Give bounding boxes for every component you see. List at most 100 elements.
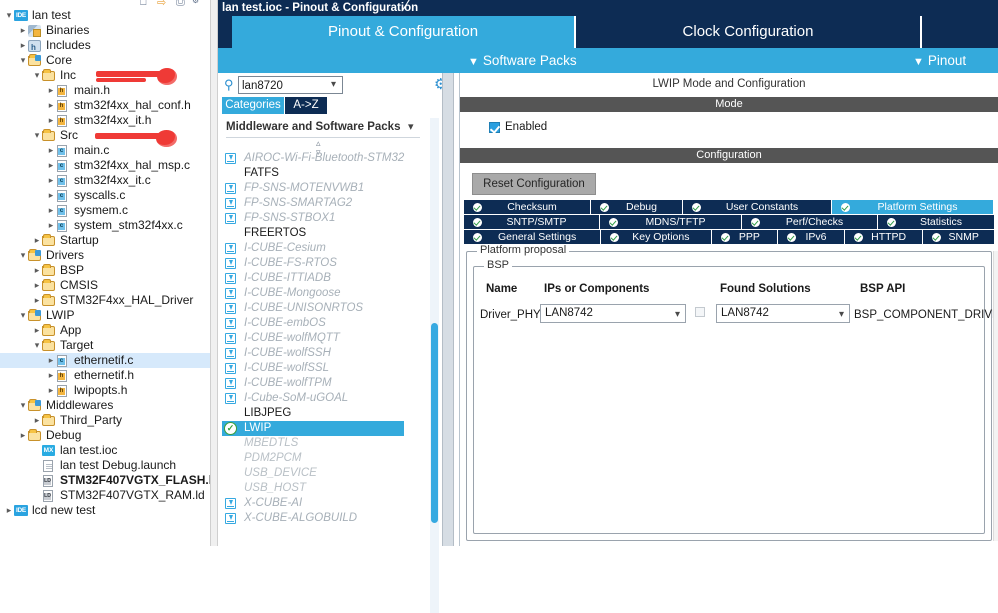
tree-twisty[interactable]: ▸	[46, 113, 56, 128]
download-icon[interactable]	[225, 393, 236, 404]
tree-item-lan-test[interactable]: ▾ IDE lan test	[0, 8, 210, 23]
middleware-item-fatfs[interactable]: FATFS	[222, 166, 426, 181]
tree-item-stm32f4xx-hal-conf-h[interactable]: ▸ h stm32f4xx_hal_conf.h	[0, 98, 210, 113]
middleware-item-i-cube-wolfmqtt[interactable]: I-CUBE-wolfMQTT	[222, 331, 426, 346]
tree-item-stm32f4xx-it-h[interactable]: ▸ h stm32f4xx_it.h	[0, 113, 210, 128]
middleware-item-usb-host[interactable]: USB_HOST	[222, 481, 426, 496]
tree-twisty[interactable]: ▸	[18, 428, 28, 443]
tree-item-stm32f407vgtx-flash-ld[interactable]: LD STM32F407VGTX_FLASH.ld	[0, 473, 210, 488]
download-icon[interactable]	[225, 348, 236, 359]
tree-twisty[interactable]: ▸	[46, 173, 56, 188]
config-tab-platform-settings[interactable]: Platform Settings	[832, 200, 993, 214]
tree-item-middlewares[interactable]: ▾ Middlewares	[0, 398, 210, 413]
middleware-item-lwip[interactable]: ✓ LWIP	[222, 421, 404, 436]
config-tab-debug[interactable]: Debug	[591, 200, 682, 214]
ips-or-components-select[interactable]: LAN8742 ▾	[540, 304, 686, 323]
component-pane-splitter[interactable]	[442, 73, 454, 546]
tree-item-main-h[interactable]: ▸ h main.h	[0, 83, 210, 98]
middleware-item-i-cube-unisonrtos[interactable]: I-CUBE-UNISONRTOS	[222, 301, 426, 316]
middleware-item-pdm2pcm[interactable]: PDM2PCM	[222, 451, 426, 466]
tree-item-lan-test-ioc[interactable]: MX lan test.ioc	[0, 443, 210, 458]
search-input[interactable]: lan8720 ▾	[238, 76, 343, 94]
middleware-item-i-cube-wolftpm[interactable]: I-CUBE-wolfTPM	[222, 376, 426, 391]
tree-item-sysmem-c[interactable]: ▸ c sysmem.c	[0, 203, 210, 218]
config-tab-statistics[interactable]: Statistics	[878, 215, 994, 229]
middleware-scrollbar-thumb[interactable]	[431, 323, 438, 523]
tab-pinout-configuration[interactable]: Pinout & Configuration	[232, 16, 574, 48]
tree-twisty[interactable]: ▸	[46, 218, 56, 233]
download-icon[interactable]	[225, 378, 236, 389]
download-icon[interactable]	[225, 318, 236, 329]
tree-twisty[interactable]: ▾	[32, 128, 42, 143]
config-tab-snmp[interactable]: SNMP	[923, 230, 994, 244]
middleware-item-i-cube-cesium[interactable]: I-CUBE-Cesium	[222, 241, 426, 256]
tree-item-main-c[interactable]: ▸ c main.c	[0, 143, 210, 158]
download-icon[interactable]	[225, 258, 236, 269]
tree-twisty[interactable]: ▸	[32, 263, 42, 278]
download-icon[interactable]	[225, 363, 236, 374]
download-icon[interactable]	[225, 498, 236, 509]
tree-twisty[interactable]: ▸	[46, 83, 56, 98]
panel-splitter[interactable]	[210, 0, 218, 546]
tree-twisty[interactable]: ▸	[46, 383, 56, 398]
download-icon[interactable]	[225, 273, 236, 284]
tree-item-stm32f407vgtx-ram-ld[interactable]: LD STM32F407VGTX_RAM.ld	[0, 488, 210, 503]
software-packs-menu[interactable]: ▼ Software Packs	[468, 48, 577, 73]
middleware-item-fp-sns-motenvwb1[interactable]: FP-SNS-MOTENVWB1	[222, 181, 426, 196]
tree-twisty[interactable]: ▸	[46, 188, 56, 203]
options-icon[interactable]: ⚙	[192, 0, 199, 5]
project-tree[interactable]: ▾IDElan test▸Binaries▸Includes▾Core▾Inc▸…	[0, 8, 210, 518]
tree-twisty[interactable]: ▸	[32, 323, 42, 338]
tree-item-third-party[interactable]: ▸ Third_Party	[0, 413, 210, 428]
tree-twisty[interactable]: ▾	[32, 68, 42, 83]
tree-item-ethernetif-h[interactable]: ▸ h ethernetif.h	[0, 368, 210, 383]
download-icon[interactable]	[225, 243, 236, 254]
config-tab-perf-checks[interactable]: Perf/Checks	[742, 215, 877, 229]
tree-twisty[interactable]: ▸	[32, 278, 42, 293]
middleware-item-i-cube-fs-rtos[interactable]: I-CUBE-FS-RTOS	[222, 256, 426, 271]
tree-twisty[interactable]: ▸	[46, 158, 56, 173]
project-explorer[interactable]: ⎕ ⇨ ⎙ ⚙ ▾IDElan test▸Binaries▸Includes▾C…	[0, 0, 210, 546]
tree-item-stm32f4xx-it-c[interactable]: ▸ c stm32f4xx_it.c	[0, 173, 210, 188]
tree-twisty[interactable]: ▸	[46, 353, 56, 368]
middleware-item-fp-sns-stbox1[interactable]: FP-SNS-STBOX1	[222, 211, 426, 226]
middleware-item-fp-sns-smartag2[interactable]: FP-SNS-SMARTAG2	[222, 196, 426, 211]
download-icon[interactable]	[225, 153, 236, 164]
tab-a-to-z[interactable]: A->Z	[285, 97, 327, 114]
tree-twisty[interactable]: ▸	[32, 293, 42, 308]
middleware-item-x-cube-algobuild[interactable]: X-CUBE-ALGOBUILD	[222, 511, 426, 526]
download-icon[interactable]	[225, 513, 236, 524]
tree-item-app[interactable]: ▸ App	[0, 323, 210, 338]
config-tab-httpd[interactable]: HTTPD	[844, 230, 923, 244]
reset-configuration-button[interactable]: Reset Configuration	[472, 173, 596, 195]
tree-item-ethernetif-c[interactable]: ▸ c ethernetif.c	[0, 353, 210, 368]
tree-item-core[interactable]: ▾ Core	[0, 53, 210, 68]
tree-item-lwipopts-h[interactable]: ▸ h lwipopts.h	[0, 383, 210, 398]
download-icon[interactable]	[225, 288, 236, 299]
config-tab-key-options[interactable]: Key Options	[601, 230, 711, 244]
middleware-list[interactable]: AIROC-Wi-Fi-Bluetooth-STM32 FATFS FP-SNS-M…	[222, 151, 426, 526]
tree-twisty[interactable]: ▾	[18, 398, 28, 413]
tree-item-lwip[interactable]: ▾ LWIP	[0, 308, 210, 323]
config-tab-mdns-tftp[interactable]: MDNS/TFTP	[600, 215, 741, 229]
tree-item-system-stm32f4xx-c[interactable]: ▸ c system_stm32f4xx.c	[0, 218, 210, 233]
tree-twisty[interactable]: ▾	[4, 8, 14, 23]
middleware-item-i-cube-wolfssl[interactable]: I-CUBE-wolfSSL	[222, 361, 426, 376]
tab-categories[interactable]: Categories	[222, 97, 284, 114]
tree-twisty[interactable]: ▸	[46, 143, 56, 158]
download-icon[interactable]	[225, 333, 236, 344]
middleware-item-i-cube-wolfssh[interactable]: I-CUBE-wolfSSH	[222, 346, 426, 361]
found-solutions-select[interactable]: LAN8742 ▾	[716, 304, 850, 323]
middleware-item-airoc-wi-fi-bluetooth-stm32[interactable]: AIROC-Wi-Fi-Bluetooth-STM32	[222, 151, 426, 166]
download-icon[interactable]	[225, 183, 236, 194]
middleware-item-usb-device[interactable]: USB_DEVICE	[222, 466, 426, 481]
middleware-item-i-cube-ittiadb[interactable]: I-CUBE-ITTIADB	[222, 271, 426, 286]
config-tab-general-settings[interactable]: General Settings	[464, 230, 601, 244]
tree-item-cmsis[interactable]: ▸ CMSIS	[0, 278, 210, 293]
tree-item-lan-test-debug-launch[interactable]: lan test Debug.launch	[0, 458, 210, 473]
tree-item-startup[interactable]: ▸ Startup	[0, 233, 210, 248]
middleware-item-libjpeg[interactable]: LIBJPEG	[222, 406, 426, 421]
download-icon[interactable]	[225, 198, 236, 209]
download-icon[interactable]	[225, 213, 236, 224]
bsp-row-checkbox[interactable]	[695, 307, 705, 317]
